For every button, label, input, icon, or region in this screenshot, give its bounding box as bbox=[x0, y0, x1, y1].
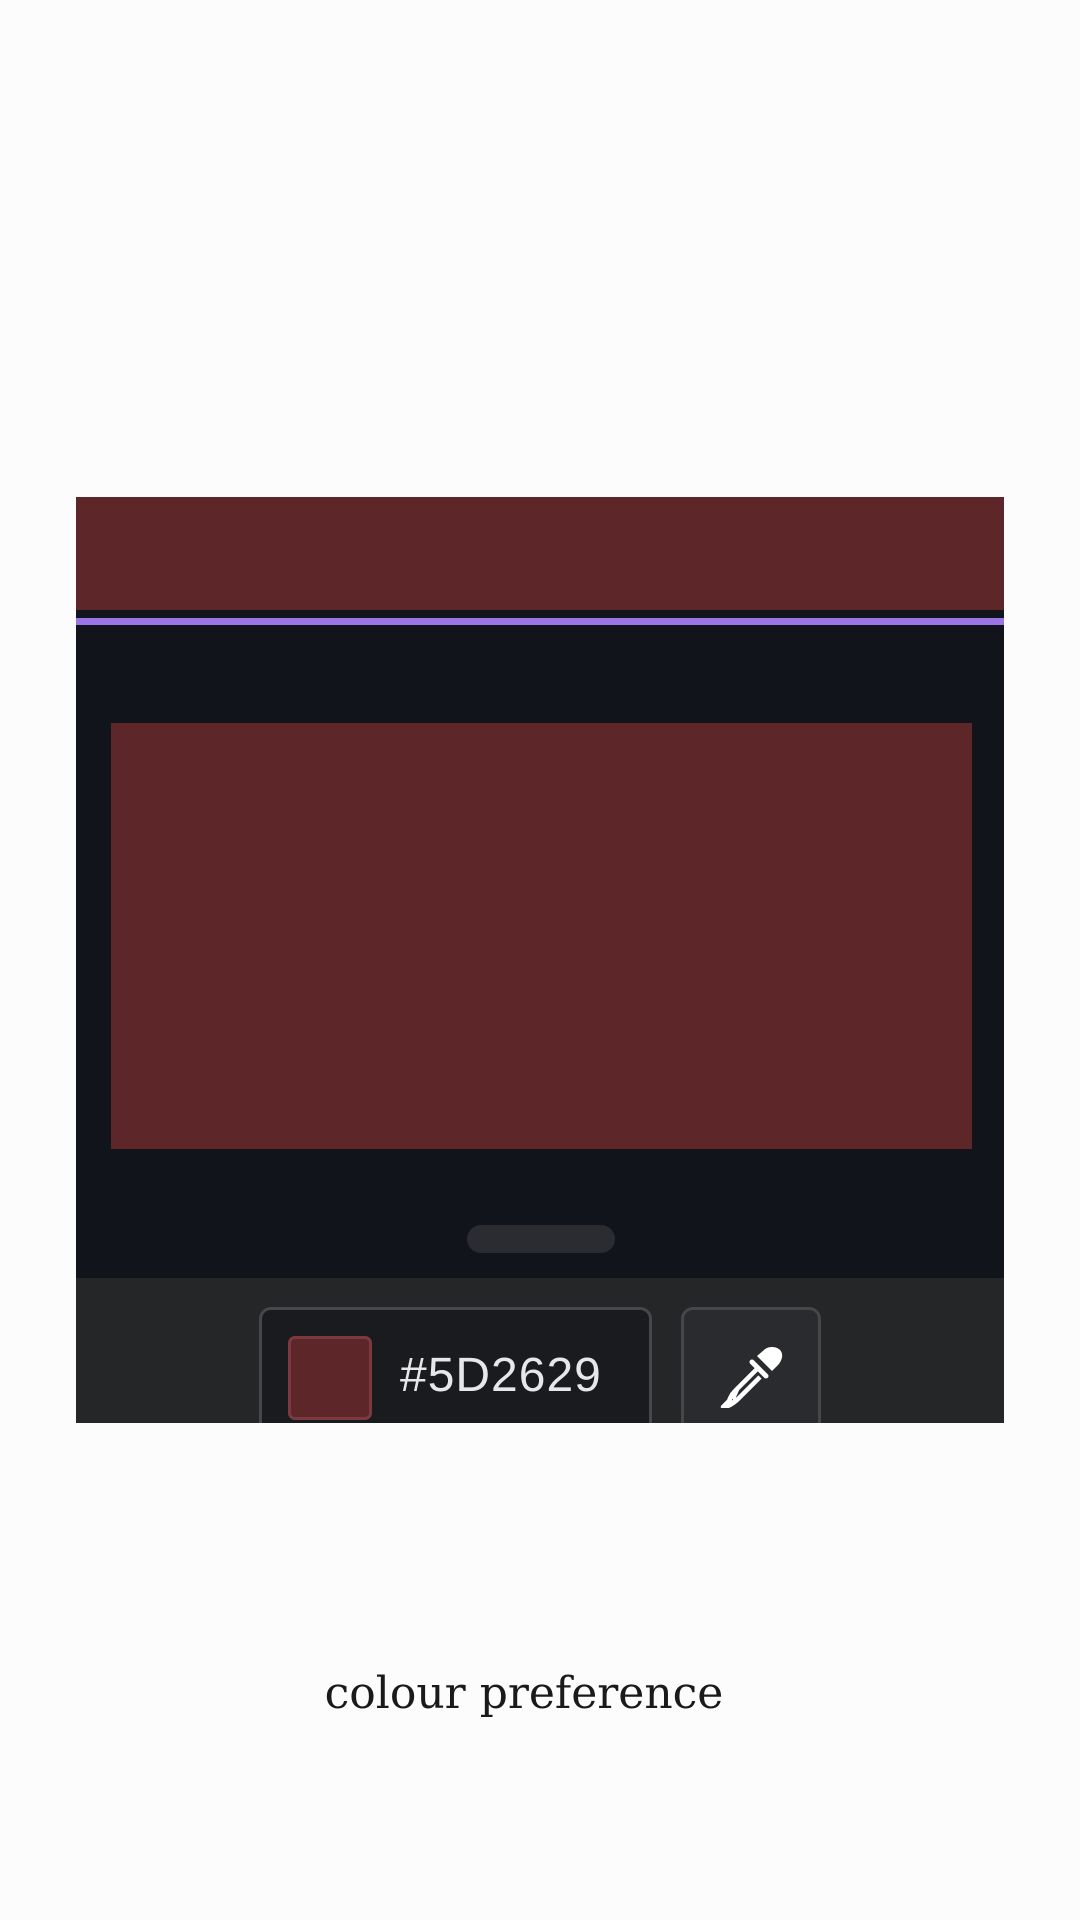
hex-color-field[interactable]: #5D2629 bbox=[259, 1307, 652, 1423]
eyedropper-icon bbox=[720, 1347, 783, 1408]
color-preview-swatch bbox=[111, 723, 972, 1149]
accent-line bbox=[76, 618, 1004, 625]
color-toolbar: #5D2629 bbox=[76, 1278, 1004, 1423]
hex-color-value: #5D2629 bbox=[400, 1349, 602, 1402]
caption: colour preference bbox=[324, 1668, 724, 1719]
eyedropper-button[interactable] bbox=[681, 1307, 821, 1423]
selected-color-band bbox=[76, 497, 1004, 610]
color-preview-area bbox=[76, 625, 1004, 1275]
hex-color-chip bbox=[288, 1336, 372, 1420]
page: #5D2629 colour preference bbox=[0, 0, 1080, 1920]
color-picker-screenshot: #5D2629 bbox=[76, 497, 1004, 1423]
sheet-drag-handle[interactable] bbox=[467, 1225, 615, 1253]
